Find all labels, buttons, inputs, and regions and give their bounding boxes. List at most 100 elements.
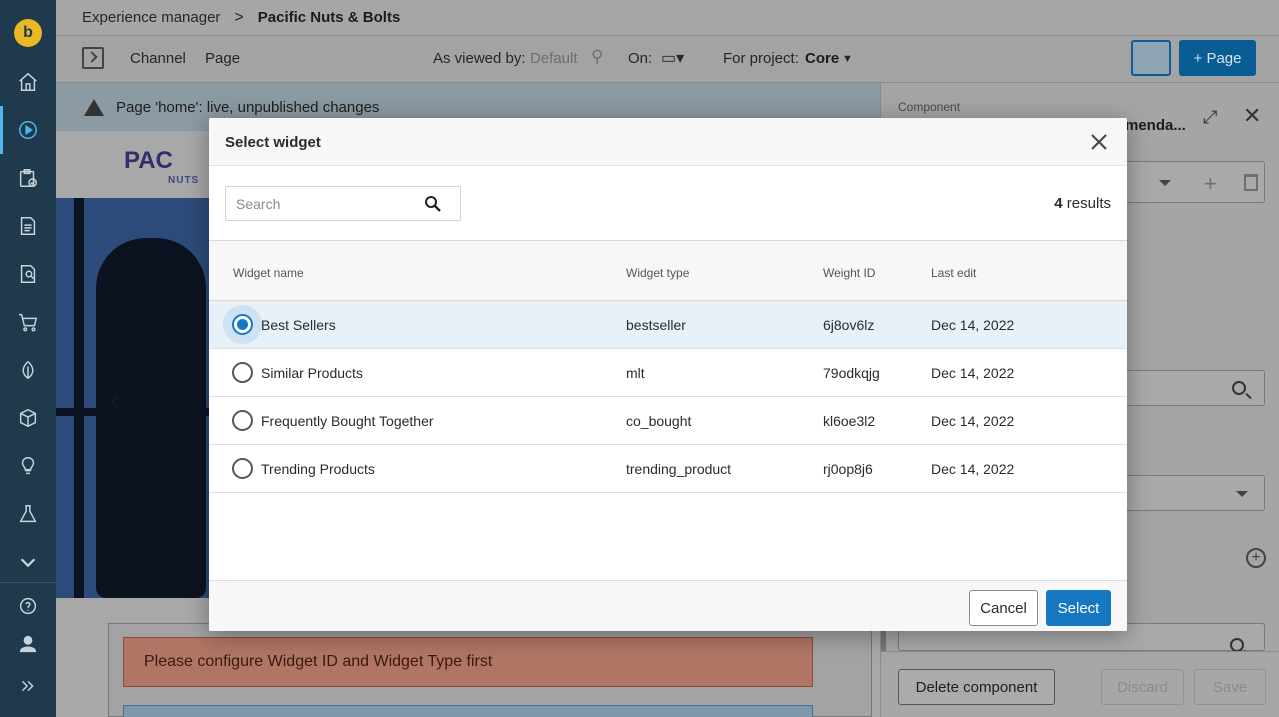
leaf-icon[interactable] — [16, 358, 40, 382]
active-indicator — [0, 106, 3, 154]
save-button[interactable]: Save — [1194, 669, 1266, 705]
rail-divider — [0, 582, 56, 583]
dialog-header: Select widget — [209, 118, 1127, 166]
component-label: Component — [898, 100, 961, 114]
select-widget-dialog: Select widget 4 results Widget name Widg… — [209, 118, 1127, 631]
help-icon[interactable] — [16, 594, 40, 618]
radio-icon[interactable] — [232, 410, 253, 431]
breadcrumb-root[interactable]: Experience manager — [82, 9, 220, 26]
widget-type-cell: bestseller — [626, 317, 686, 333]
widget-search-icon[interactable] — [1232, 381, 1246, 395]
breadcrumb-current: Pacific Nuts & Bolts — [257, 9, 401, 26]
next-widget-box[interactable] — [123, 705, 813, 717]
page-tab[interactable]: Page — [205, 50, 240, 67]
radio-icon[interactable] — [232, 362, 253, 383]
widget-type-cell: mlt — [626, 365, 645, 381]
column-header-last-edit[interactable]: Last edit — [931, 266, 976, 280]
table-row[interactable]: Best Sellers bestseller 6j8ov6lz Dec 14,… — [209, 301, 1127, 349]
search-input[interactable] — [226, 187, 416, 220]
viewed-by-value[interactable]: Default — [530, 50, 578, 67]
widget-type-cell: co_bought — [626, 413, 692, 429]
add-variant-icon[interactable]: + — [1204, 171, 1217, 197]
user-icon[interactable] — [16, 632, 40, 656]
weight-id-cell: rj0op8j6 — [823, 461, 873, 477]
last-edit-cell: Dec 14, 2022 — [931, 461, 1015, 477]
project-label: For project: — [723, 50, 799, 67]
variant-caret-icon — [1159, 180, 1171, 186]
column-header-weight-id[interactable]: Weight ID — [823, 266, 875, 280]
document-icon[interactable] — [16, 214, 40, 238]
site-brand-logo: PAC — [124, 147, 173, 174]
close-panel-icon[interactable]: ✕ — [1243, 103, 1261, 129]
widget-type-cell: trending_product — [626, 461, 732, 477]
bulb-icon[interactable] — [16, 454, 40, 478]
table-row[interactable]: Trending Products trending_product rj0op… — [209, 445, 1127, 493]
widget-name-cell: Best Sellers — [261, 317, 336, 333]
discard-button[interactable]: Discard — [1101, 669, 1184, 705]
chevron-down-icon[interactable] — [16, 550, 40, 574]
lower-search-icon[interactable] — [1230, 638, 1244, 652]
results-suffix: results — [1062, 195, 1111, 212]
add-item-icon[interactable]: + — [1246, 548, 1266, 568]
table-row[interactable]: Similar Products mlt 79odkqjg Dec 14, 20… — [209, 349, 1127, 397]
delete-component-button[interactable]: Delete component — [898, 669, 1055, 705]
expand-rail-icon[interactable] — [16, 674, 40, 698]
results-count: 4 results — [1054, 195, 1111, 212]
breadcrumb: Experience manager > Pacific Nuts & Bolt… — [56, 0, 1279, 36]
last-edit-cell: Dec 14, 2022 — [931, 317, 1015, 333]
home-icon[interactable] — [16, 70, 40, 94]
hero-pole — [74, 198, 84, 598]
table-row[interactable]: Frequently Bought Together co_bought kl6… — [209, 397, 1127, 445]
clipboard-icon[interactable] — [16, 166, 40, 190]
close-icon[interactable] — [1087, 130, 1111, 154]
panel-footer: Delete component Discard Save — [881, 651, 1279, 717]
results-number: 4 — [1054, 195, 1063, 212]
widget-name-cell: Frequently Bought Together — [261, 413, 434, 429]
editor-toolbar: Channel Page As viewed by: Default ⚲ On:… — [56, 36, 1279, 83]
column-header-widget-name[interactable]: Widget name — [233, 266, 304, 280]
radio-icon[interactable] — [232, 458, 253, 479]
site-brand-sub: NUTS — [168, 175, 200, 186]
component-title: menda... — [1125, 117, 1186, 134]
weight-id-cell: kl6oe3l2 — [823, 413, 876, 429]
last-edit-cell: Dec 14, 2022 — [931, 413, 1015, 429]
side-panel-toggle-icon[interactable] — [82, 47, 104, 69]
app-logo[interactable]: b — [14, 19, 42, 47]
flask-icon[interactable] — [16, 502, 40, 526]
project-value[interactable]: Core — [805, 50, 839, 67]
trash-icon[interactable] — [1244, 174, 1258, 191]
table-header: Widget name Widget type Weight ID Last e… — [209, 240, 1127, 301]
column-header-widget-type[interactable]: Widget type — [626, 266, 689, 280]
cart-icon[interactable] — [16, 310, 40, 334]
viewed-by-label: As viewed by: — [433, 50, 526, 67]
play-icon[interactable] — [16, 118, 40, 142]
search-doc-icon[interactable] — [16, 262, 40, 286]
new-page-button[interactable]: + Page — [1179, 40, 1256, 76]
search-icon[interactable] — [424, 195, 442, 213]
widget-name-cell: Similar Products — [261, 365, 363, 381]
widget-name-cell: Trending Products — [261, 461, 375, 477]
device-icon[interactable]: ▭▾ — [661, 48, 684, 68]
cube-icon[interactable] — [16, 406, 40, 430]
warning-icon — [84, 98, 104, 116]
preview-mode-button[interactable] — [1131, 40, 1171, 76]
radio-icon[interactable] — [232, 314, 253, 335]
cancel-button[interactable]: Cancel — [969, 590, 1038, 626]
select-button[interactable]: Select — [1046, 590, 1111, 626]
project-caret-icon[interactable]: ▼ — [842, 53, 853, 65]
device-label: On: — [628, 50, 653, 67]
dialog-footer: Cancel Select — [209, 580, 1127, 631]
widget-config-error: Please configure Widget ID and Widget Ty… — [123, 637, 813, 687]
page-status-text: Page 'home': live, unpublished changes — [116, 98, 380, 116]
widget-type-caret-icon — [1236, 491, 1248, 497]
expand-icon[interactable]: ⤢ — [1203, 107, 1217, 128]
viewed-by-search-icon[interactable]: ⚲ — [591, 47, 603, 67]
dialog-title: Select widget — [225, 134, 321, 151]
channel-tab[interactable]: Channel — [130, 50, 186, 67]
carousel-prev-icon[interactable]: ‹ — [110, 384, 119, 416]
widget-search-box — [225, 186, 461, 221]
left-nav-rail: b — [0, 0, 56, 717]
hero-worker-silhouette — [96, 238, 206, 598]
weight-id-cell: 79odkqjg — [823, 365, 880, 381]
last-edit-cell: Dec 14, 2022 — [931, 365, 1015, 381]
